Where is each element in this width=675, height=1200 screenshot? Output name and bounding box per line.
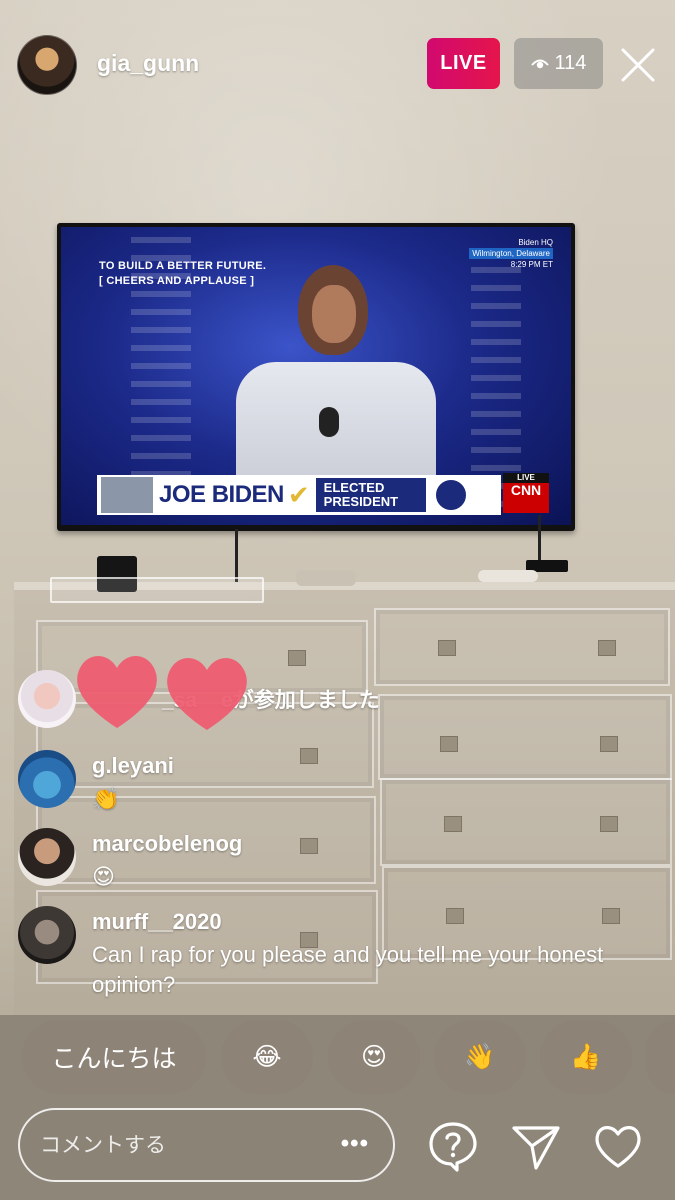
television: TO BUILD A BETTER FUTURE. [ CHEERS AND A… (57, 223, 575, 531)
comment-text: 😍 (92, 864, 115, 889)
quick-reaction-laugh[interactable]: 😂 (221, 1020, 313, 1094)
cloth (478, 570, 538, 582)
comment-text: Can I rap for you please and you tell me… (92, 942, 604, 997)
floating-hearts (77, 656, 247, 730)
tv-lower-third: JOE BIDEN ✔ ELECTED PRESIDENT (97, 475, 501, 515)
heart-icon (77, 656, 157, 728)
comment-item: g.leyani 👏 (18, 750, 658, 811)
tv-lower-third-name: JOE BIDEN (159, 481, 284, 508)
checkmark-icon: ✔ (287, 479, 310, 510)
commenter-avatar[interactable] (18, 670, 76, 728)
heart-outline-icon[interactable] (592, 1120, 644, 1172)
more-options-button[interactable]: ••• (341, 1130, 369, 1158)
drawer-knob (598, 640, 616, 656)
tv-flag-right (471, 267, 521, 507)
glass-tray (50, 577, 264, 603)
quick-reaction-thumbs-up[interactable]: 👍 (540, 1020, 632, 1094)
commenter-username[interactable]: marcobelenog (92, 831, 242, 857)
tv-location-title: Biden HQ (518, 238, 553, 247)
tv-microphone (319, 407, 339, 437)
comment-item: murff__2020 Can I rap for you please and… (18, 906, 658, 1006)
tv-lower-third-tag: ELECTED PRESIDENT (315, 478, 426, 512)
commenter-username[interactable]: murff__2020 (92, 909, 222, 935)
host-avatar[interactable] (17, 35, 77, 95)
commenter-avatar[interactable] (18, 906, 76, 964)
tv-speaker-face (312, 285, 356, 343)
comment-item: marcobelenog 😍 (18, 828, 658, 889)
quick-reaction-heart-eyes[interactable]: 😍 (328, 1020, 420, 1094)
comment-text: 👏 (92, 786, 120, 811)
live-header: gia_gunn LIVE 114 (0, 0, 675, 130)
tv-cable (538, 515, 541, 565)
eye-icon (530, 59, 549, 68)
tv-screen: TO BUILD A BETTER FUTURE. [ CHEERS AND A… (61, 227, 571, 525)
tv-cable (235, 529, 238, 584)
tv-speaker (236, 257, 436, 492)
live-badge: LIVE (427, 38, 500, 89)
commenter-username[interactable]: g.leyani (92, 753, 174, 779)
drawer-knob (288, 650, 306, 666)
question-bubble-icon[interactable] (427, 1120, 479, 1172)
tv-location-place: Wilmington, Delaware (469, 248, 553, 259)
quick-reply-greeting[interactable]: こんにちは (22, 1020, 206, 1094)
tv-lower-third-photo (101, 477, 153, 513)
quick-reaction-wave[interactable]: 👋 (434, 1020, 526, 1094)
send-icon[interactable] (510, 1120, 562, 1172)
tv-network-logo: LIVE CNN (503, 473, 549, 513)
tv-network-name: CNN (510, 482, 542, 498)
close-icon[interactable] (617, 44, 659, 86)
drawer-knob (438, 640, 456, 656)
tv-location: Biden HQ Wilmington, Delaware 8:29 PM ET (469, 237, 553, 270)
commenter-avatar[interactable] (18, 828, 76, 886)
comment-composer[interactable]: ••• (18, 1108, 395, 1182)
cloth (296, 570, 356, 586)
commenter-avatar[interactable] (18, 750, 76, 808)
comment-input[interactable] (38, 1110, 332, 1182)
tv-location-time: 8:29 PM ET (510, 260, 553, 269)
viewer-count: 114 (554, 52, 587, 74)
heart-icon (167, 658, 247, 730)
presidential-seal-icon (433, 478, 468, 512)
host-username[interactable]: gia_gunn (97, 50, 199, 77)
viewer-count-button[interactable]: 114 (514, 38, 603, 89)
